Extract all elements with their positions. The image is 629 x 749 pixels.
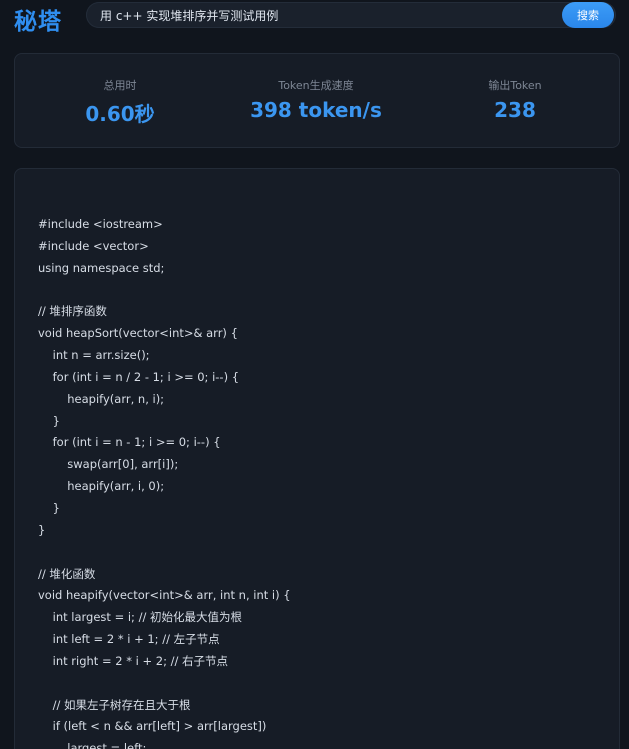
stat-label: 输出Token [488,79,542,92]
code-line: } [38,500,60,515]
code-line: using namespace std; [38,260,165,275]
stat-total-time: 总用时 0.60秒 [20,53,220,148]
code-line: #include <vector> [38,238,149,253]
code-line: int left = 2 * i + 1; // 左子节点 [38,632,220,647]
header: 秘塔 搜索 [0,0,629,36]
stat-label: Token生成速度 [278,79,354,92]
stat-value: 238 [494,98,536,122]
code-line: #include <iostream> [38,217,163,231]
stats-card: 总用时 0.60秒 Token生成速度 398 token/s 输出Token … [14,53,620,148]
page: 秘塔 搜索 总用时 0.60秒 Token生成速度 398 token/s 输出… [0,0,629,749]
search-input[interactable] [100,2,540,28]
code-line: int n = arr.size(); [38,348,150,363]
code-line: void heapSort(vector<int>& arr) { [38,326,238,341]
code-line: } [38,413,60,428]
code-line: // 堆排序函数 [38,304,107,319]
code-line: for (int i = n - 1; i >= 0; i--) { [38,435,221,450]
code-line: // 如果左子树存在且大于根 [38,697,191,712]
code-line: swap(arr[0], arr[i]); [38,457,179,472]
stat-value: 398 token/s [250,98,382,122]
stat-label: 总用时 [103,79,137,92]
code-line: heapify(arr, n, i); [38,391,165,406]
code-block: #include <iostream> #include <vector> usin… [14,168,620,749]
code-line: for (int i = n / 2 - 1; i >= 0; i--) { [38,369,240,384]
code-line: } [38,522,46,537]
code-line: int right = 2 * i + 2; // 右子节点 [38,653,229,668]
stat-output-tokens: 输出Token 238 [415,53,615,148]
search-button[interactable]: 搜索 [562,2,614,28]
code-line: void heapify(vector<int>& arr, int n, in… [38,588,291,603]
code-line: int largest = i; // 初始化最大值为根 [38,610,242,625]
search-bar: 搜索 [86,2,616,28]
code-line: heapify(arr, i, 0); [38,479,165,494]
stat-value: 0.60秒 [85,102,155,126]
code-lines: #include <iostream> #include <vector> usin… [38,214,291,749]
stat-token-speed: Token生成速度 398 token/s [216,53,416,148]
code-line: // 堆化函数 [38,566,96,581]
code-line: if (left < n && arr[left] > arr[largest]… [38,719,267,734]
code-line: largest = left; [38,741,147,749]
logo[interactable]: 秘塔 [14,2,62,36]
